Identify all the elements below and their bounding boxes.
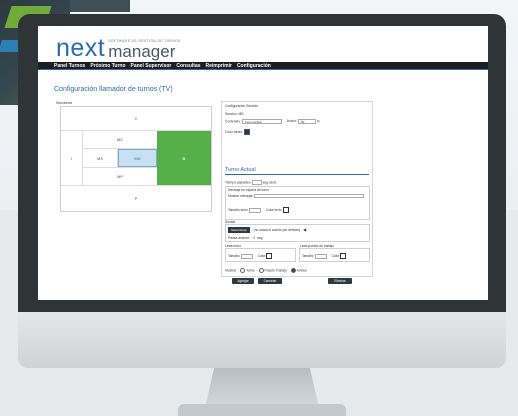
contenido-row: Contenido: Turno Actual Ancho: 50 % (225, 119, 320, 124)
monitor-stand-neck (205, 368, 319, 408)
color-texto-swatch[interactable] (282, 207, 289, 213)
sections-panel: Secciones C I MC MS MD MP D P (56, 101, 216, 217)
letra-turno-color-swatch[interactable] (266, 253, 273, 259)
pausa-value: 2 (253, 236, 256, 240)
nav-accent-line (38, 69, 488, 70)
nav-panel-supervisor[interactable]: Panel Supervisor (131, 63, 172, 69)
nav-panel-turnos[interactable]: Panel Turnos (54, 63, 85, 69)
page-title: Configuración llamador de turnos (TV) (54, 86, 173, 93)
main-nav: Panel Turnos Próximo Turno Panel Supervi… (38, 62, 488, 69)
app-logo: next SOFTWARE DE GESTIÓN DE TURNOS manag… (56, 34, 181, 62)
mensaje-box: Mensaje en espera de turno Mostrar mensa… (225, 186, 370, 220)
logo-next: next (56, 34, 106, 62)
nav-configuracion[interactable]: Configuración (237, 63, 271, 69)
ancho-select[interactable]: 50 (297, 119, 316, 124)
color-fondo-row: Color fondo: (225, 129, 250, 135)
color-texto-label: Color texto (265, 207, 282, 212)
color-fondo-swatch[interactable] (243, 129, 250, 135)
section-ms[interactable]: MS (83, 149, 118, 167)
sonido-box: Seleccionar (no usará el sonido por defe… (225, 224, 370, 242)
tiempo-unit: seg./ciclo (262, 180, 277, 185)
section-i[interactable]: I (61, 131, 83, 185)
monitor-chin (18, 312, 506, 368)
sonido-select-button[interactable]: Seleccionar (228, 227, 250, 234)
logo-manager: manager (108, 42, 176, 61)
mostrar-mensaje-row: Mostrar mensaje: (228, 194, 365, 199)
config-title: Configuración Sección (225, 104, 258, 108)
tiempo-label: Tiempo parpadeo (225, 180, 251, 185)
mostrar-row: Mostrar Turno Puesto Trabajo Ambos (225, 268, 307, 273)
tiempo-row: Tiempo parpadeo seg./ciclo (225, 180, 276, 185)
pausa-label: Pausa anterior (228, 236, 250, 240)
section-p[interactable]: P (61, 185, 211, 211)
cancelar-button[interactable]: Cancelar (258, 278, 282, 284)
ancho-percent: % (316, 119, 320, 124)
radio-ambos[interactable] (290, 268, 296, 273)
nav-reimprimir[interactable]: Reimprimir (206, 63, 232, 69)
letra-turno-tamano-label: Tamaño (228, 253, 240, 258)
speaker-icon[interactable]: ◀ (303, 227, 306, 232)
letra-turno-box: Tamaño Color (225, 248, 296, 262)
pausa-unit: seg. (257, 236, 264, 240)
letra-puesto-color-swatch[interactable] (340, 253, 347, 259)
background-graphic-strip (70, 0, 130, 12)
tamano-texto-row: Tamaño texto Color texto (228, 207, 289, 213)
section-c[interactable]: C (61, 107, 211, 131)
turno-title: Turno Actual (225, 167, 256, 173)
letra-puesto-box: Tamaño Color (299, 248, 370, 262)
tiempo-input[interactable] (251, 180, 262, 185)
tamano-texto-input[interactable] (248, 207, 261, 213)
agregar-button[interactable]: Agregar (232, 278, 254, 284)
section-mp[interactable]: MP (83, 167, 157, 185)
sections-label: Secciones (56, 101, 73, 105)
radio-turno-label: Turno (246, 268, 255, 273)
nav-proximo-turno[interactable]: Próximo Turno (90, 63, 125, 69)
letra-puesto-tamano-input[interactable] (314, 253, 327, 259)
mensaje-label: Mensaje en espera de turno (228, 188, 270, 192)
nav-consultas[interactable]: Consultas (176, 63, 200, 69)
sections-grid: C I MC MS MD MP D P (60, 106, 212, 212)
tamano-texto-label: Tamaño texto (228, 207, 248, 212)
radio-puesto-label: Puesto Trabajo (264, 268, 287, 273)
sonido-row: Seleccionar (no usará el sonido por defe… (228, 227, 306, 234)
letra-puesto-tamano-label: Tamaño (302, 253, 314, 258)
letra-turno-tamano-input[interactable] (240, 253, 253, 259)
monitor-screen: next SOFTWARE DE GESTIÓN DE TURNOS manag… (38, 26, 488, 300)
radio-ambos-label: Ambos (296, 268, 307, 273)
letra-puesto-color-label: Color (331, 253, 340, 258)
eliminar-button[interactable]: Eliminar (328, 278, 352, 284)
mostrar-label: Mostrar (225, 268, 237, 273)
mostrar-mensaje-input[interactable] (254, 194, 365, 199)
letra-turno-row: Tamaño Color (228, 253, 273, 259)
contenido-label: Contenido: (225, 119, 241, 124)
monitor-stand-base (178, 404, 346, 416)
radio-turno[interactable] (240, 268, 246, 273)
turno-divider (225, 174, 369, 175)
config-panel: Configuración Sección Sección: MD Conten… (221, 101, 373, 284)
section-d[interactable]: D (157, 131, 211, 185)
ancho-label: Ancho: (286, 119, 298, 124)
section-md-selected[interactable]: MD (118, 149, 157, 167)
pausa-row: Pausa anterior 2 seg. (228, 236, 263, 240)
radio-puesto[interactable] (258, 268, 264, 273)
section-mc[interactable]: MC (83, 131, 157, 149)
contenido-select[interactable]: Turno Actual (241, 119, 282, 124)
letra-puesto-row: Tamaño Color (302, 253, 347, 259)
letra-turno-color-label: Color (257, 253, 266, 258)
config-section-name: Sección: MD (225, 112, 244, 116)
mostrar-mensaje-label: Mostrar mensaje: (228, 194, 254, 198)
sonido-info: (no usará el sonido por defecto) (253, 228, 301, 232)
color-fondo-label: Color fondo: (225, 129, 243, 134)
